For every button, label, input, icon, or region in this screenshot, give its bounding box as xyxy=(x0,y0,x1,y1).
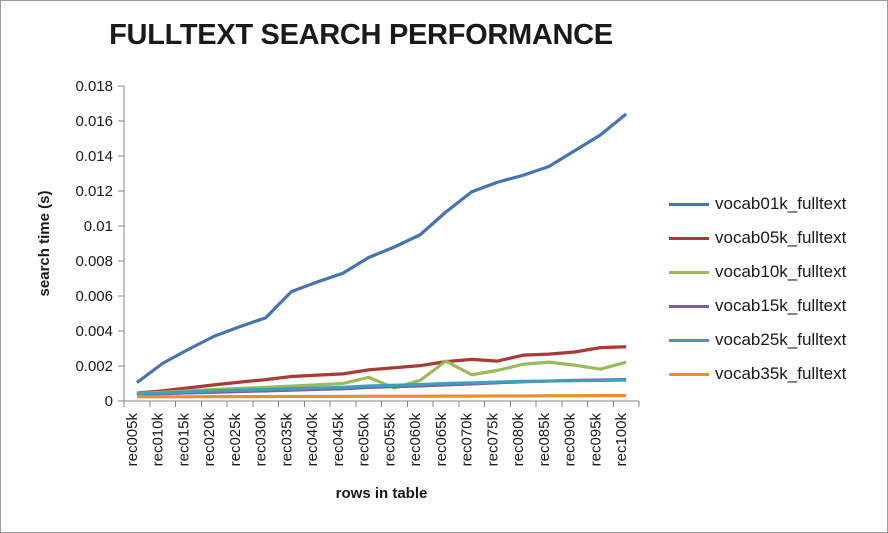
x-axis-tick-label: rec030k xyxy=(253,413,270,467)
legend-color-swatch xyxy=(669,338,709,342)
x-axis-tick-label: rec015k xyxy=(175,413,192,467)
x-axis-tick-label: rec100k xyxy=(613,413,630,467)
legend-item-label: vocab05k_fulltext xyxy=(715,228,847,247)
legend-item-vocab35k_fulltext[interactable]: vocab35k_fulltext xyxy=(669,357,846,391)
legend-item-vocab05k_fulltext[interactable]: vocab05k_fulltext xyxy=(669,221,846,255)
x-axis-tick-label: rec070k xyxy=(459,413,476,467)
y-axis-tick-label: 0.014 xyxy=(75,148,113,165)
x-axis-tick-label: rec050k xyxy=(356,413,373,467)
x-axis-tick-label: rec045k xyxy=(330,413,347,467)
y-axis-tick-label: 0.01 xyxy=(84,218,113,235)
legend-item-vocab25k_fulltext[interactable]: vocab25k_fulltext xyxy=(669,323,846,357)
legend-item-vocab15k_fulltext[interactable]: vocab15k_fulltext xyxy=(669,289,846,323)
y-axis-tick-label: 0.004 xyxy=(75,323,113,340)
x-axis-tick-label: rec090k xyxy=(562,413,579,467)
x-axis-tick-label: rec005k xyxy=(124,413,141,467)
legend-item-label: vocab10k_fulltext xyxy=(715,262,847,281)
y-axis-tick-label: 0.012 xyxy=(75,183,113,200)
x-axis-tick-label: rec080k xyxy=(510,413,527,467)
y-axis-tick-label: 0.002 xyxy=(75,358,113,375)
y-axis-tick-label: 0.008 xyxy=(75,253,113,270)
x-axis-tick-label: rec085k xyxy=(536,413,553,467)
series-line-vocab35k_fulltext xyxy=(136,393,627,399)
x-axis-title: rows in table xyxy=(336,485,428,502)
series-lines-group xyxy=(135,112,628,399)
x-axis-ticks: rec005k rec010k rec015k rec020k rec025k rec03… xyxy=(123,401,640,467)
series-line-vocab10k_fulltext xyxy=(136,359,627,396)
y-axis-ticks: 0 0.002 0.004 0.006 0.008 0.01 0.012 0.014 0.016… xyxy=(75,78,124,410)
y-axis-tick-label: 0 xyxy=(105,393,113,410)
legend-color-swatch xyxy=(669,236,709,240)
y-axis-tick-label: 0.016 xyxy=(75,113,113,130)
chart-container: FULLTEXT SEARCH PERFORMANCE 0 0.002 0.004 0… xyxy=(0,0,888,533)
legend-color-swatch xyxy=(669,202,709,206)
legend-item-label: vocab15k_fulltext xyxy=(715,296,847,315)
chart-legend: vocab01k_fulltext vocab05k_fulltext vocab1… xyxy=(669,187,846,391)
x-axis-tick-label: rec040k xyxy=(304,413,321,467)
y-axis-tick-label: 0.006 xyxy=(75,288,113,305)
x-axis-tick-label: rec095k xyxy=(587,413,604,467)
y-axis-title: search time (s) xyxy=(36,191,53,297)
legend-item-label: vocab25k_fulltext xyxy=(715,330,847,349)
x-axis-tick-label: rec065k xyxy=(433,413,450,467)
x-axis-tick-label: rec020k xyxy=(201,413,218,467)
legend-color-swatch xyxy=(669,270,709,274)
y-axis-tick-label: 0.018 xyxy=(75,78,113,95)
x-axis-tick-label: rec010k xyxy=(150,413,167,467)
legend-item-vocab01k_fulltext[interactable]: vocab01k_fulltext xyxy=(669,187,846,221)
legend-item-vocab10k_fulltext[interactable]: vocab10k_fulltext xyxy=(669,255,846,289)
series-line-vocab01k_fulltext xyxy=(135,112,628,384)
x-axis-tick-label: rec035k xyxy=(278,413,295,467)
legend-color-swatch xyxy=(669,372,709,376)
x-axis-tick-label: rec025k xyxy=(227,413,244,467)
legend-item-label: vocab01k_fulltext xyxy=(715,194,847,213)
x-axis-tick-label: rec055k xyxy=(381,413,398,467)
x-axis-tick-label: rec075k xyxy=(484,413,501,467)
legend-color-swatch xyxy=(669,304,709,308)
x-axis-tick-label: rec060k xyxy=(407,413,424,467)
legend-item-label: vocab35k_fulltext xyxy=(715,364,847,383)
